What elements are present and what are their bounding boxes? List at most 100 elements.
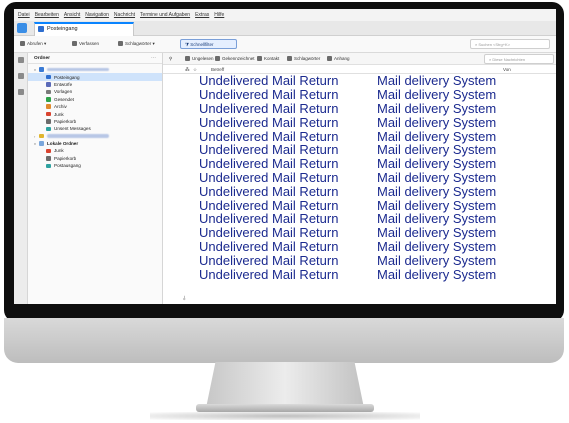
- search-icon: ⌕: [475, 42, 478, 47]
- folder-item[interactable]: Unsent Messages: [28, 125, 162, 132]
- folder-item[interactable]: Papierkorb: [28, 155, 162, 162]
- calendar-icon[interactable]: [18, 73, 24, 79]
- menu-item[interactable]: Termine und Aufgaben: [140, 12, 190, 18]
- table-row[interactable]: Undelivered Mail Return Mail delivery Sys…: [163, 183, 556, 199]
- message-subject: Undelivered Mail Return: [199, 73, 339, 89]
- message-rows: Undelivered Mail Return Mail delivery Sys…: [163, 73, 556, 282]
- message-subject: Undelivered Mail Return: [199, 156, 339, 172]
- table-row[interactable]: Undelivered Mail Return Mail delivery Sys…: [163, 128, 556, 144]
- message-sender: Mail delivery System: [377, 252, 497, 268]
- filter-contact[interactable]: Kontakt: [257, 56, 279, 61]
- table-row[interactable]: Undelivered Mail Return Mail delivery Sys…: [163, 211, 556, 227]
- table-row[interactable]: Undelivered Mail Return Mail delivery Sys…: [163, 114, 556, 130]
- table-row[interactable]: Undelivered Mail Return Mail delivery Sys…: [163, 252, 556, 268]
- message-subject: Undelivered Mail Return: [199, 183, 339, 199]
- local-folders-icon: [39, 141, 44, 146]
- attachment-icon: [327, 56, 332, 61]
- trash-icon: [46, 156, 51, 161]
- compose-button[interactable]: Verfassen: [72, 41, 99, 46]
- folder-item[interactable]: Postausgang: [28, 162, 162, 169]
- table-row[interactable]: Undelivered Mail Return Mail delivery Sys…: [163, 87, 556, 103]
- menu-item[interactable]: Bearbeiten: [35, 12, 59, 18]
- folder-item[interactable]: Posteingang: [28, 73, 162, 81]
- folder-pane-header: Ordner ⋯: [28, 53, 162, 64]
- tag-icon: [287, 56, 292, 61]
- quick-filter-button[interactable]: ⧩ Schnellfilter: [180, 39, 237, 49]
- menu-item[interactable]: Nachricht: [114, 12, 135, 18]
- filter-attachment[interactable]: Anhang: [327, 56, 350, 61]
- global-search-input[interactable]: ⌕ Suchen <Strg+K>: [470, 39, 550, 49]
- junk-icon: [46, 111, 51, 117]
- folder-item[interactable]: Vorlagen: [28, 88, 162, 95]
- folder-item[interactable]: Gesendet: [28, 96, 162, 103]
- message-subject: Undelivered Mail Return: [199, 87, 339, 103]
- folder-item[interactable]: Entwürfe: [28, 81, 162, 88]
- message-subject: Undelivered Mail Return: [199, 197, 339, 213]
- message-subject: Undelivered Mail Return: [199, 238, 339, 254]
- monitor-mockup: Datei Bearbeiten Ansicht Navigation Nachrich…: [0, 0, 569, 423]
- table-row[interactable]: Undelivered Mail Return Mail delivery Sys…: [163, 156, 556, 172]
- mail-account-icon: [39, 67, 44, 72]
- message-sender: Mail delivery System: [377, 128, 497, 144]
- folder-item[interactable]: Junk: [28, 147, 162, 154]
- folder-pane: Ordner ⋯ v Posteingang Entwürfe Vorlagen Ges…: [28, 53, 163, 304]
- menu-item[interactable]: Extras: [195, 12, 209, 18]
- pencil-icon: [72, 41, 77, 46]
- main-toolbar: Abrufen ▾ Verfassen Schlagwörter ▾ ⧩ Sch…: [14, 36, 556, 53]
- message-subject: Undelivered Mail Return: [199, 266, 339, 282]
- folder-item[interactable]: Papierkorb: [28, 118, 162, 125]
- thread-column-icon[interactable]: ⁂: [185, 67, 190, 73]
- account-item[interactable]: v: [28, 66, 162, 73]
- get-messages-button[interactable]: Abrufen ▾: [20, 41, 46, 47]
- star-column-icon[interactable]: ☆: [193, 67, 197, 73]
- filter-tag[interactable]: Schlagwörter: [287, 56, 320, 61]
- inbox-icon: [38, 26, 44, 32]
- local-folders-item[interactable]: v Lokale Ordner: [28, 140, 162, 147]
- filter-unread[interactable]: Ungelesen: [185, 56, 214, 61]
- message-subject: Undelivered Mail Return: [199, 114, 339, 130]
- account-item[interactable]: ›: [28, 133, 162, 140]
- message-sender: Mail delivery System: [377, 238, 497, 254]
- menu-item[interactable]: Hilfe: [214, 12, 224, 18]
- folder-item[interactable]: Archiv: [28, 103, 162, 110]
- tag-icon: [118, 41, 123, 46]
- unread-icon: [185, 56, 190, 61]
- message-subject: Undelivered Mail Return: [199, 225, 339, 241]
- filter-search-input[interactable]: ⌕ Diese Nachrichten: [484, 54, 554, 64]
- table-row[interactable]: Undelivered Mail Return Mail delivery Sys…: [163, 169, 556, 185]
- table-row[interactable]: Undelivered Mail Return Mail delivery Sys…: [163, 101, 556, 116]
- mail-space-icon[interactable]: [17, 23, 27, 33]
- column-subject[interactable]: Betreff: [211, 67, 224, 72]
- inbox-icon: [46, 74, 51, 80]
- tab-bar: Posteingang: [14, 21, 556, 36]
- outbox-icon: [46, 126, 51, 132]
- chat-icon[interactable]: [18, 89, 24, 95]
- message-subject: Undelivered Mail Return: [199, 211, 339, 227]
- filter-star[interactable]: Gekennzeichnet: [215, 56, 255, 61]
- monitor-foot: [196, 404, 374, 412]
- column-from[interactable]: Von: [503, 67, 511, 72]
- sent-icon: [46, 97, 51, 102]
- menu-item[interactable]: Ansicht: [64, 12, 80, 18]
- tags-button[interactable]: Schlagwörter ▾: [118, 41, 155, 47]
- table-row[interactable]: Undelivered Mail Return Mail delivery Sys…: [163, 266, 556, 282]
- table-row[interactable]: Undelivered Mail Return Mail delivery Sys…: [163, 238, 556, 254]
- archive-icon: [46, 104, 51, 109]
- folder-pane-menu-icon[interactable]: ⋯: [151, 55, 156, 61]
- table-row[interactable]: Undelivered Mail Return Mail delivery Sys…: [163, 197, 556, 213]
- menu-item[interactable]: Datei: [18, 12, 30, 18]
- menu-item[interactable]: Navigation: [85, 12, 109, 18]
- mail-client-window: Datei Bearbeiten Ansicht Navigation Nachrich…: [14, 9, 556, 304]
- table-row[interactable]: Undelivered Mail Return Mail delivery Sys…: [163, 142, 556, 157]
- sticky-pin-icon[interactable]: ⚲: [169, 56, 172, 62]
- table-row[interactable]: Undelivered Mail Return Mail delivery Sys…: [163, 73, 556, 89]
- attachment-icon: ⫰: [183, 296, 186, 302]
- address-book-icon[interactable]: [18, 57, 24, 63]
- tab-inbox[interactable]: Posteingang: [34, 22, 134, 36]
- message-list-pane: ⚲ ⌕ Diese Nachrichten Ungelesen Gekennzei…: [163, 53, 556, 304]
- table-row[interactable]: Undelivered Mail Return Mail delivery Sys…: [163, 225, 556, 241]
- search-icon: ⌕: [489, 57, 492, 62]
- message-sender: Mail delivery System: [377, 169, 497, 185]
- redacted-account-name: [47, 67, 109, 72]
- folder-item[interactable]: Junk: [28, 110, 162, 117]
